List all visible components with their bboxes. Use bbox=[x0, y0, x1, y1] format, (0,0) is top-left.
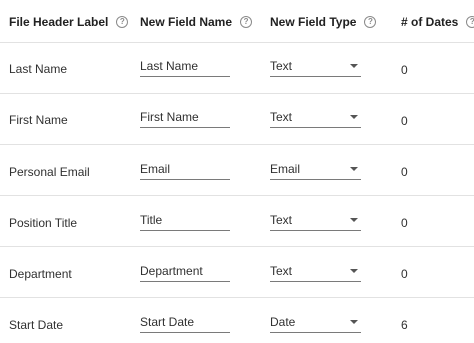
dates-count: 0 bbox=[401, 216, 408, 230]
dates-count: 6 bbox=[401, 318, 408, 332]
file-header-label: Position Title bbox=[9, 216, 78, 230]
field-type-value: Text bbox=[270, 110, 293, 124]
field-mapping-table: File Header Label ? New Field Name ? New… bbox=[0, 0, 474, 343]
file-header-label: Personal Email bbox=[9, 165, 90, 179]
dates-count: 0 bbox=[401, 267, 408, 281]
table-row: Start Date Start Date Date 6 bbox=[0, 298, 474, 343]
field-name-value: First Name bbox=[140, 110, 199, 124]
field-type-value: Text bbox=[270, 264, 293, 278]
field-type-value: Text bbox=[270, 213, 293, 227]
file-header-label: Department bbox=[9, 267, 72, 281]
caret-down-icon bbox=[350, 167, 358, 171]
table-header: File Header Label ? New Field Name ? New… bbox=[0, 0, 474, 43]
caret-down-icon bbox=[350, 269, 358, 273]
table-row: Last Name Last Name Text 0 bbox=[0, 43, 474, 94]
field-name-input[interactable]: Title bbox=[140, 211, 230, 231]
help-icon[interactable]: ? bbox=[240, 16, 253, 28]
field-name-input[interactable]: Email bbox=[140, 160, 230, 180]
file-header-label: Last Name bbox=[9, 62, 68, 76]
header-new-field-type: New Field Type ? bbox=[270, 13, 377, 31]
field-name-value: Start Date bbox=[140, 315, 195, 329]
field-name-input[interactable]: Department bbox=[140, 262, 230, 282]
field-name-value: Title bbox=[140, 213, 163, 227]
file-header-label: Start Date bbox=[9, 318, 64, 332]
field-name-input[interactable]: First Name bbox=[140, 108, 230, 128]
caret-down-icon bbox=[350, 64, 358, 68]
field-type-value: Date bbox=[270, 315, 296, 329]
field-type-value: Text bbox=[270, 59, 293, 73]
help-icon[interactable]: ? bbox=[116, 16, 129, 28]
header-file-header-label: File Header Label ? bbox=[9, 13, 129, 31]
header-num-dates: # of Dates ? bbox=[401, 13, 474, 31]
field-name-input[interactable]: Last Name bbox=[140, 57, 230, 77]
caret-down-icon bbox=[350, 115, 358, 119]
field-type-select[interactable]: Text bbox=[270, 57, 361, 77]
header-file-header-label-text: File Header Label bbox=[9, 15, 109, 29]
header-new-field-name-text: New Field Name bbox=[140, 15, 233, 29]
help-icon[interactable]: ? bbox=[466, 16, 474, 28]
dates-count: 0 bbox=[401, 114, 408, 128]
header-num-dates-text: # of Dates bbox=[401, 15, 459, 29]
caret-down-icon bbox=[350, 218, 358, 222]
field-type-select[interactable]: Date bbox=[270, 313, 361, 333]
field-name-input[interactable]: Start Date bbox=[140, 313, 230, 333]
dates-count: 0 bbox=[401, 63, 408, 77]
caret-down-icon bbox=[350, 320, 358, 324]
field-type-value: Email bbox=[270, 162, 301, 176]
field-name-value: Email bbox=[140, 162, 171, 176]
table-row: Position Title Title Text 0 bbox=[0, 196, 474, 247]
table-row: Department Department Text 0 bbox=[0, 247, 474, 298]
header-new-field-name: New Field Name ? bbox=[140, 13, 253, 31]
field-name-value: Department bbox=[140, 264, 203, 278]
table-row: Personal Email Email Email 0 bbox=[0, 145, 474, 196]
header-new-field-type-text: New Field Type bbox=[270, 15, 357, 29]
field-name-value: Last Name bbox=[140, 59, 199, 73]
field-type-select[interactable]: Text bbox=[270, 262, 361, 282]
field-type-select[interactable]: Email bbox=[270, 160, 361, 180]
table-row: First Name First Name Text 0 bbox=[0, 94, 474, 145]
field-type-select[interactable]: Text bbox=[270, 108, 361, 128]
file-header-label: First Name bbox=[9, 113, 68, 127]
dates-count: 0 bbox=[401, 165, 408, 179]
help-icon[interactable]: ? bbox=[364, 16, 377, 28]
field-type-select[interactable]: Text bbox=[270, 211, 361, 231]
